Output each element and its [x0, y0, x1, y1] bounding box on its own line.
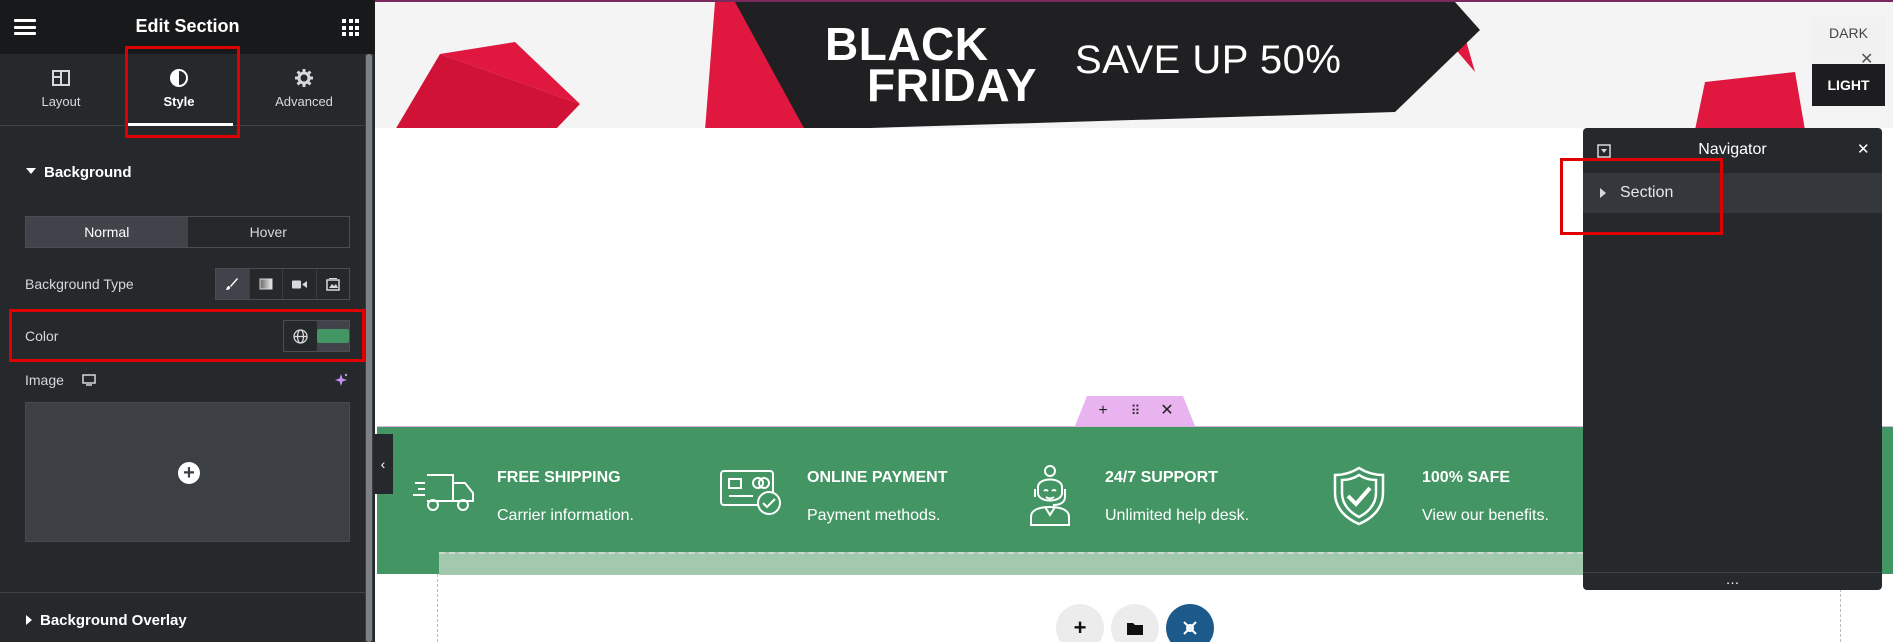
editor-root: Edit Section Layout Style Advanced Backg…	[0, 0, 1893, 642]
color-picker-button[interactable]	[316, 321, 349, 351]
caret-right-icon[interactable]	[1600, 188, 1606, 198]
headline-line2: FRIDAY	[867, 59, 1037, 111]
elementskit-icon	[1183, 621, 1197, 635]
feature-description: View our benefits.	[1422, 507, 1549, 524]
panel-title: Edit Section	[135, 16, 240, 36]
background-section-toggle[interactable]: Background	[26, 164, 132, 181]
collapse-panel-button[interactable]: ‹	[373, 434, 393, 494]
navigator-header: Navigator ✕	[1583, 128, 1882, 170]
video-icon	[291, 280, 307, 288]
background-type-video-button[interactable]	[283, 269, 317, 299]
image-label: Image	[25, 372, 96, 388]
globe-icon	[293, 328, 308, 344]
tab-style-label: Style	[163, 94, 195, 109]
add-section-icon[interactable]: +	[1091, 401, 1115, 421]
state-hover-button[interactable]: Hover	[188, 217, 350, 247]
folder-icon	[1127, 622, 1143, 635]
delete-section-icon[interactable]: ✕	[1155, 401, 1179, 421]
tab-advanced[interactable]: Advanced	[243, 54, 365, 126]
desktop-icon[interactable]	[82, 374, 96, 386]
promo-text: SAVE UP 50%	[1075, 38, 1342, 82]
gradient-icon	[259, 278, 273, 290]
background-section-title: Background	[44, 164, 132, 181]
support-agent-icon	[1030, 465, 1070, 526]
drag-handle-icon[interactable]: ⠿	[1123, 401, 1147, 421]
widgets-grid-icon[interactable]	[342, 19, 359, 36]
columns-icon	[52, 70, 70, 86]
caret-right-icon	[26, 615, 32, 626]
image-label-text: Image	[25, 372, 64, 388]
background-type-gradient-button[interactable]	[250, 269, 283, 299]
editor-panel: Edit Section Layout Style Advanced Backg…	[0, 0, 375, 642]
feature-title: 24/7 SUPPORT	[1105, 469, 1218, 486]
navigator-item-section[interactable]: Section	[1583, 173, 1882, 213]
tab-layout[interactable]: Layout	[0, 54, 122, 126]
navigator-item-label: Section	[1620, 184, 1674, 201]
ai-sparkle-icon[interactable]	[333, 372, 349, 388]
background-type-label: Background Type	[25, 276, 134, 292]
background-type-choices	[215, 268, 350, 300]
dark-mode-button[interactable]: DARK	[1812, 17, 1885, 63]
truck-icon	[413, 474, 474, 511]
feature-description: Carrier information.	[497, 507, 634, 524]
credit-card-icon	[720, 470, 781, 515]
color-control	[283, 320, 350, 352]
add-image-icon[interactable]: +	[178, 462, 200, 484]
navigator-title: Navigator	[1698, 141, 1767, 158]
scrollbar-thumb[interactable]	[366, 54, 372, 642]
feature-title: ONLINE PAYMENT	[807, 469, 948, 486]
shield-check-icon	[1333, 466, 1385, 526]
feature-description: Payment methods.	[807, 507, 941, 524]
light-mode-button[interactable]: LIGHT	[1812, 64, 1885, 106]
caret-down-icon	[26, 168, 36, 175]
global-color-button[interactable]	[284, 321, 317, 351]
feature-description: Unlimited help desk.	[1105, 507, 1250, 524]
tab-layout-label: Layout	[41, 94, 81, 109]
feature-title: FREE SHIPPING	[497, 469, 621, 486]
background-state-switch: Normal Hover	[25, 216, 350, 248]
black-friday-headline: BLACK FRIDAY	[825, 21, 1037, 111]
section-divider	[0, 592, 365, 593]
color-swatch	[316, 329, 349, 343]
close-mode-icon[interactable]: ✕	[1860, 52, 1873, 68]
panel-header: Edit Section	[0, 0, 375, 54]
brush-icon	[226, 278, 239, 290]
tab-style[interactable]: Style	[125, 54, 233, 126]
half-circle-icon	[170, 69, 188, 87]
tab-advanced-label: Advanced	[275, 94, 333, 109]
background-overlay-section-toggle[interactable]: Background Overlay	[26, 612, 187, 629]
panel-scrollbar[interactable]	[365, 54, 373, 642]
color-label: Color	[25, 328, 59, 344]
image-chooser[interactable]: +	[25, 402, 350, 542]
section-handle: + ⠿ ✕	[1075, 396, 1195, 426]
black-friday-banner: BLACK FRIDAY SAVE UP 50%	[375, 0, 1893, 128]
navigator-panel: Navigator ✕ Section …	[1583, 128, 1882, 590]
gear-icon	[295, 69, 313, 87]
feature-title: 100% SAFE	[1422, 469, 1511, 486]
background-type-slideshow-button[interactable]	[317, 269, 350, 299]
panel-tabs: Layout Style Advanced	[0, 54, 365, 126]
slideshow-icon	[326, 277, 340, 291]
background-type-classic-button[interactable]	[216, 269, 250, 299]
close-icon[interactable]: ✕	[1857, 140, 1870, 158]
state-normal-button[interactable]: Normal	[26, 217, 188, 247]
background-overlay-title: Background Overlay	[40, 612, 187, 629]
navigator-resize-handle[interactable]: …	[1583, 572, 1882, 590]
